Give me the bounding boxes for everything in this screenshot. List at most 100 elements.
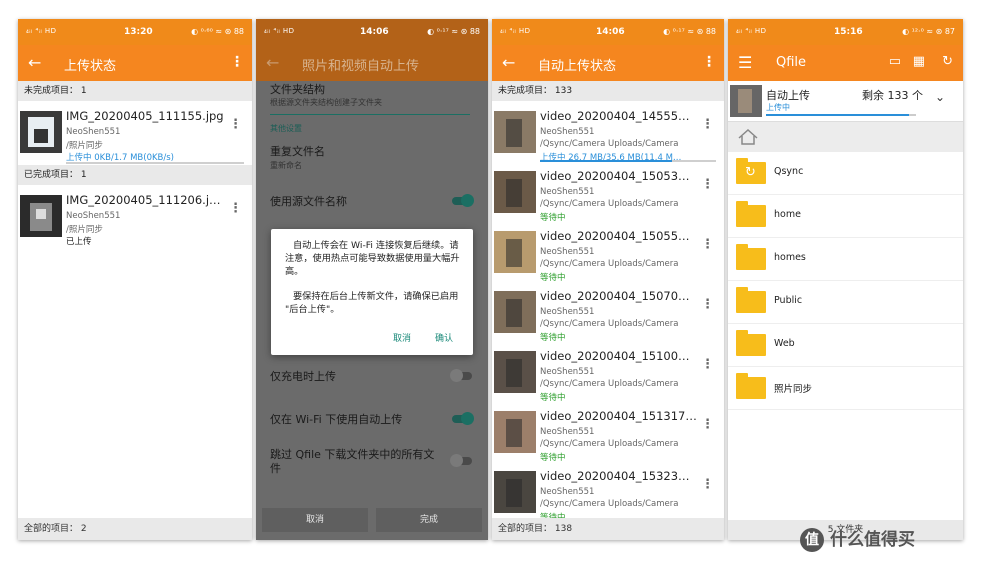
app-bar: ← 照片和视频自动上传 [256,45,488,81]
duplicate-name-label[interactable]: 重复文件名 [270,143,474,159]
folder-item[interactable]: ↻ Qsync [728,152,963,195]
folder-name: home [774,209,801,220]
list-item[interactable]: video_20200404_15100… NeoShen551/Qsync/Ca… [492,341,724,403]
item-more-icon[interactable]: ⋮ [701,177,714,192]
watermark: 值什么值得买 [800,525,915,552]
item-more-icon[interactable]: ⋮ [701,357,714,372]
status-bar: ₄ᵢₗ ⁴ᵢₗ HD 13:20 ◐ ⁰·⁶⁰ ≈ ⊛ 88 [18,19,252,45]
auto-upload-row[interactable]: 自动上传 剩余 133 个 上传中 ⌄ [728,81,963,122]
back-arrow-icon[interactable]: ← [266,53,279,72]
folder-icon [736,287,766,313]
grid-view-icon[interactable]: ▦ [913,54,925,69]
upload-progress-bar [766,114,916,116]
folder-structure-label[interactable]: 文件夹结构 [270,81,474,97]
cast-icon[interactable]: ▭ [889,54,901,69]
status-time: 15:16 [834,27,863,37]
video-thumbnail [494,171,536,213]
video-list: video_20200404_14555… NeoShen551/Qsync/Ca… [492,101,724,523]
cancel-button[interactable]: 取消 [262,508,368,532]
folder-icon [736,373,766,399]
home-breadcrumb[interactable] [728,122,963,152]
page-title: 自动上传状态 [538,59,617,74]
wifi-dialog: 自动上传会在 Wi-Fi 连接恢复后继续。请注意，使用热点可能导致数据使用量大幅… [271,229,473,355]
status-bar: ₄ᵢₗ ⁴ᵢₗ HD 15:16 ◐ ¹²·⁰ ≈ ⊛ 87 [728,19,963,45]
dialog-cancel-button[interactable]: 取消 [393,331,411,344]
chevron-down-icon[interactable]: ⌄ [935,90,945,104]
folder-item[interactable]: Web [728,324,963,367]
home-icon[interactable] [738,129,758,145]
skip-qfile-toggle[interactable] [450,454,472,467]
list-item[interactable]: video_20200404_15053… NeoShen551/Qsync/Ca… [492,161,724,223]
charge-only-toggle[interactable] [450,369,472,382]
sync-folder-icon: ↻ [736,158,766,184]
item-more-icon[interactable]: ⋮ [701,237,714,252]
file-owner: NeoShen551 [66,127,121,137]
wifi-only-toggle[interactable] [452,412,474,425]
file-path: /Qsync/Camera Uploads/Camera [540,319,679,329]
file-name: IMG_20200405_111206.j… [66,193,221,207]
list-item[interactable]: video_20200404_14555… NeoShen551/Qsync/Ca… [492,101,724,163]
file-name: video_20200404_15070… [540,289,690,303]
folder-icon [736,244,766,270]
done-button[interactable]: 完成 [376,508,482,532]
progress-bar [18,161,252,165]
watermark-logo-icon: 值 [800,528,824,552]
upload-thumbnail [730,85,762,117]
list-item[interactable]: video_20200404_15055… NeoShen551/Qsync/Ca… [492,221,724,283]
folder-item[interactable]: homes [728,238,963,281]
total-items-footer: 全部的项目： 2 [18,518,252,540]
file-path: /Qsync/Camera Uploads/Camera [540,499,679,509]
page-title: 上传状态 [64,59,117,74]
folder-name: Web [774,338,795,349]
file-path: /Qsync/Camera Uploads/Camera [540,259,679,269]
back-arrow-icon[interactable]: ← [502,53,515,72]
item-more-icon[interactable]: ⋮ [229,117,242,132]
item-more-icon[interactable]: ⋮ [229,201,242,216]
folder-item[interactable]: home [728,195,963,238]
more-menu-icon[interactable]: ⋮ [230,54,244,70]
other-settings-header: 其他设置 [270,124,302,133]
hamburger-menu-icon[interactable]: ☰ [738,53,752,72]
thumbnail [20,195,62,237]
file-path: /Qsync/Camera Uploads/Camera [540,379,679,389]
status-icons: ◐ ¹²·⁰ ≈ ⊛ 87 [902,27,955,36]
file-path: /照片同步 [66,225,103,235]
file-owner: NeoShen551 [540,247,595,257]
folder-item[interactable]: Public [728,281,963,324]
dialog-confirm-button[interactable]: 确认 [435,331,453,344]
signal-indicator: ₄ᵢₗ ⁴ᵢₗ HD [26,27,57,35]
video-thumbnail [494,411,536,453]
file-name: IMG_20200405_111155.jpg [66,109,224,123]
app-bar: ☰ Qfile ▭ ▦ ↻ [728,45,963,81]
use-source-name-toggle[interactable] [452,194,474,207]
use-source-name-label: 使用源文件名称 [270,195,347,208]
item-more-icon[interactable]: ⋮ [701,297,714,312]
incomplete-section-header: 未完成项目： 133 [492,81,724,101]
file-name: video_20200404_15053… [540,169,690,183]
status-bar: ₄ᵢₗ ⁴ᵢₗ HD 14:06 ◐ ⁰·¹⁷ ≈ ⊛ 88 [256,19,488,45]
folder-icon [736,330,766,356]
upload-status: 已上传 [66,237,92,247]
list-item[interactable]: video_20200404_15070… NeoShen551/Qsync/Ca… [492,281,724,343]
file-owner: NeoShen551 [66,211,121,221]
folder-item[interactable]: 照片同步 [728,367,963,410]
list-item[interactable]: video_20200404_15323… NeoShen551/Qsync/Ca… [492,461,724,523]
file-name: video_20200404_15100… [540,349,690,363]
skip-qfile-label: 跳过 Qfile 下载文件夹中的所有文件 [270,448,435,475]
folder-structure-desc: 根据源文件夹结构创建子文件夹 [270,98,382,107]
list-item[interactable]: IMG_20200405_111155.jpg NeoShen551 /照片同步… [18,101,252,163]
back-arrow-icon[interactable]: ← [28,53,41,72]
item-more-icon[interactable]: ⋮ [701,477,714,492]
item-more-icon[interactable]: ⋮ [701,117,714,132]
list-item[interactable]: video_20200404_151317… NeoShen551/Qsync/C… [492,401,724,463]
item-more-icon[interactable]: ⋮ [701,417,714,432]
total-items-footer: 全部的项目： 138 [492,518,724,540]
status-bar: ₄ᵢₗ ⁴ᵢₗ HD 14:06 ◐ ⁰·¹⁷ ≈ ⊛ 88 [492,19,724,45]
more-menu-icon[interactable]: ⋮ [702,54,716,70]
refresh-icon[interactable]: ↻ [942,54,953,69]
file-path: /Qsync/Camera Uploads/Camera [540,199,679,209]
list-item[interactable]: IMG_20200405_111206.j… NeoShen551 /照片同步 … [18,185,252,247]
signal-indicator: ₄ᵢₗ ⁴ᵢₗ HD [264,27,295,35]
file-owner: NeoShen551 [540,367,595,377]
app-bar: ← 上传状态 ⋮ [18,45,252,81]
